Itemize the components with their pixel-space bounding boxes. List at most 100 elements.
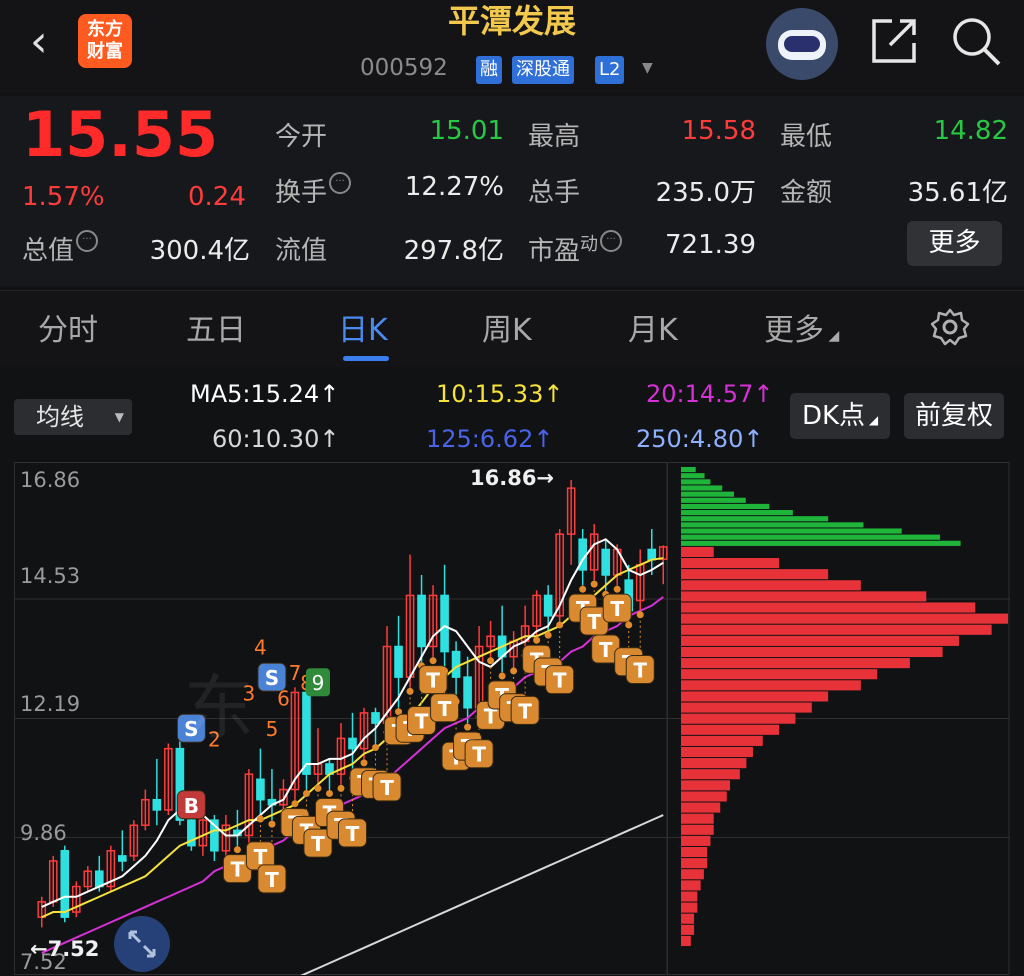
ma10-label: 10:15.33↑ bbox=[436, 380, 564, 408]
more-button[interactable]: 更多 bbox=[907, 221, 1002, 266]
amount-value: 35.61亿 bbox=[907, 178, 1008, 208]
change-percent: 1.57% bbox=[22, 182, 105, 212]
search-icon[interactable] bbox=[950, 15, 1002, 71]
tab-weekly-k[interactable]: 周K bbox=[482, 305, 532, 349]
info-icon[interactable]: ··· bbox=[600, 230, 623, 252]
level2-tag: L2 bbox=[595, 56, 625, 84]
profile-bar-green bbox=[681, 540, 961, 546]
low-label: 最低 bbox=[780, 122, 833, 152]
profile-bar-red bbox=[681, 558, 780, 569]
profile-bar-green bbox=[681, 528, 902, 534]
volume-value: 235.0万 bbox=[655, 178, 756, 208]
signal-dot bbox=[337, 784, 345, 792]
profile-bar-red bbox=[681, 924, 695, 935]
candle-down bbox=[60, 850, 70, 918]
candles bbox=[37, 480, 668, 928]
pe-dynamic-mark: 动 bbox=[580, 234, 599, 255]
y-tick-label: 14.53 bbox=[20, 564, 81, 588]
signal-dot bbox=[613, 585, 621, 593]
profile-bar-red bbox=[681, 591, 927, 602]
signal-t: T bbox=[587, 610, 601, 634]
signal-count: 5 bbox=[266, 717, 279, 741]
candle-down bbox=[371, 712, 380, 724]
candle-down bbox=[394, 645, 403, 678]
margin-tag: 融 bbox=[476, 56, 502, 84]
signal-dot bbox=[233, 846, 241, 854]
stock-code: 000592 bbox=[360, 55, 448, 81]
signal-dot bbox=[590, 580, 598, 588]
mcap-label: 总值 ··· bbox=[22, 230, 99, 267]
candle-down bbox=[440, 594, 449, 653]
profile-bar-red bbox=[681, 891, 698, 902]
open-label: 今开 bbox=[275, 122, 328, 152]
tab-five-day[interactable]: 五日 bbox=[186, 305, 246, 349]
signal-dot bbox=[452, 698, 460, 706]
candle-down bbox=[543, 594, 553, 617]
robot-avatar-icon[interactable] bbox=[766, 8, 838, 80]
candle-down bbox=[647, 548, 657, 561]
mcap-value: 300.4亿 bbox=[149, 236, 250, 266]
info-icon[interactable]: ··· bbox=[329, 172, 352, 194]
tab-daily-k[interactable]: 日K bbox=[338, 305, 388, 349]
float-value: 297.8亿 bbox=[403, 236, 504, 266]
signal-t: T bbox=[311, 832, 325, 856]
high-label: 最高 bbox=[528, 122, 581, 152]
profile-bar-green bbox=[681, 479, 711, 485]
signal-t: T bbox=[231, 858, 245, 882]
profile-bar-red bbox=[681, 613, 1008, 624]
tab-more[interactable]: 更多 ◢ bbox=[764, 305, 839, 349]
signal-dot bbox=[406, 687, 414, 695]
adjust-mode-button[interactable]: 前复权 bbox=[904, 393, 1004, 439]
signal-dot bbox=[498, 672, 506, 680]
float-label: 流值 bbox=[275, 236, 328, 266]
candle-down bbox=[94, 870, 104, 888]
signal-dot bbox=[256, 815, 264, 823]
volume-profile bbox=[681, 467, 1008, 946]
amount-label: 金额 bbox=[780, 178, 833, 208]
dropdown-arrow-icon: ▼ bbox=[114, 410, 124, 424]
kline-chart[interactable]: TTTTTTTTTTTTTTTTTTTTTTTTTTTTTTTTTSBS2345… bbox=[14, 462, 1010, 975]
profile-bar-red bbox=[681, 602, 976, 613]
profile-bar-green bbox=[681, 467, 696, 473]
signal-t: T bbox=[415, 710, 429, 734]
chevron-down-icon[interactable]: ▼ bbox=[642, 60, 653, 76]
signal-count: 4 bbox=[254, 635, 267, 659]
profile-bar-green bbox=[681, 473, 705, 479]
ma250-label: 250:4.80↑ bbox=[636, 425, 764, 453]
y-tick-label: 16.86 bbox=[20, 468, 81, 492]
signal-dot bbox=[556, 621, 564, 629]
signal-t: T bbox=[518, 699, 532, 723]
high-value: 15.58 bbox=[681, 116, 756, 146]
profile-bar-red bbox=[681, 802, 721, 813]
profile-bar-red bbox=[681, 780, 731, 791]
signal-dot bbox=[625, 621, 633, 629]
profile-bar-red bbox=[681, 858, 708, 869]
share-icon[interactable] bbox=[870, 15, 918, 69]
active-tab-indicator bbox=[343, 356, 389, 361]
ma20-label: 20:14.57↑ bbox=[646, 380, 774, 408]
change-amount: 0.24 bbox=[188, 182, 246, 212]
ma5-label: MA5:15.24↑ bbox=[190, 380, 340, 408]
svg-text:东: 东 bbox=[184, 667, 254, 749]
dk-points-button[interactable]: DK点 ◢ bbox=[790, 393, 890, 439]
gear-icon[interactable] bbox=[930, 307, 970, 351]
candle-down bbox=[463, 676, 472, 709]
profile-bar-red bbox=[681, 658, 910, 669]
profile-bar-red bbox=[681, 769, 740, 780]
profile-bar-red bbox=[681, 869, 704, 880]
pe-value: 721.39 bbox=[665, 230, 756, 260]
signal-dot bbox=[314, 784, 322, 792]
info-icon[interactable]: ··· bbox=[76, 230, 99, 252]
profile-bar-green bbox=[681, 503, 770, 510]
candle-down bbox=[417, 594, 426, 648]
indicator-select[interactable]: 均线 ▼ bbox=[14, 399, 132, 435]
profile-bar-red bbox=[681, 835, 711, 846]
tab-monthly-k[interactable]: 月K bbox=[628, 305, 678, 349]
profile-bar-red bbox=[681, 902, 698, 913]
tab-intraday[interactable]: 分时 bbox=[38, 305, 98, 349]
signal-t: T bbox=[633, 658, 647, 682]
y-tick-label: 9.86 bbox=[20, 821, 67, 845]
pe-label: 市盈动 ··· bbox=[528, 230, 623, 268]
expand-icon[interactable] bbox=[114, 916, 170, 972]
signal-t: T bbox=[346, 822, 360, 846]
